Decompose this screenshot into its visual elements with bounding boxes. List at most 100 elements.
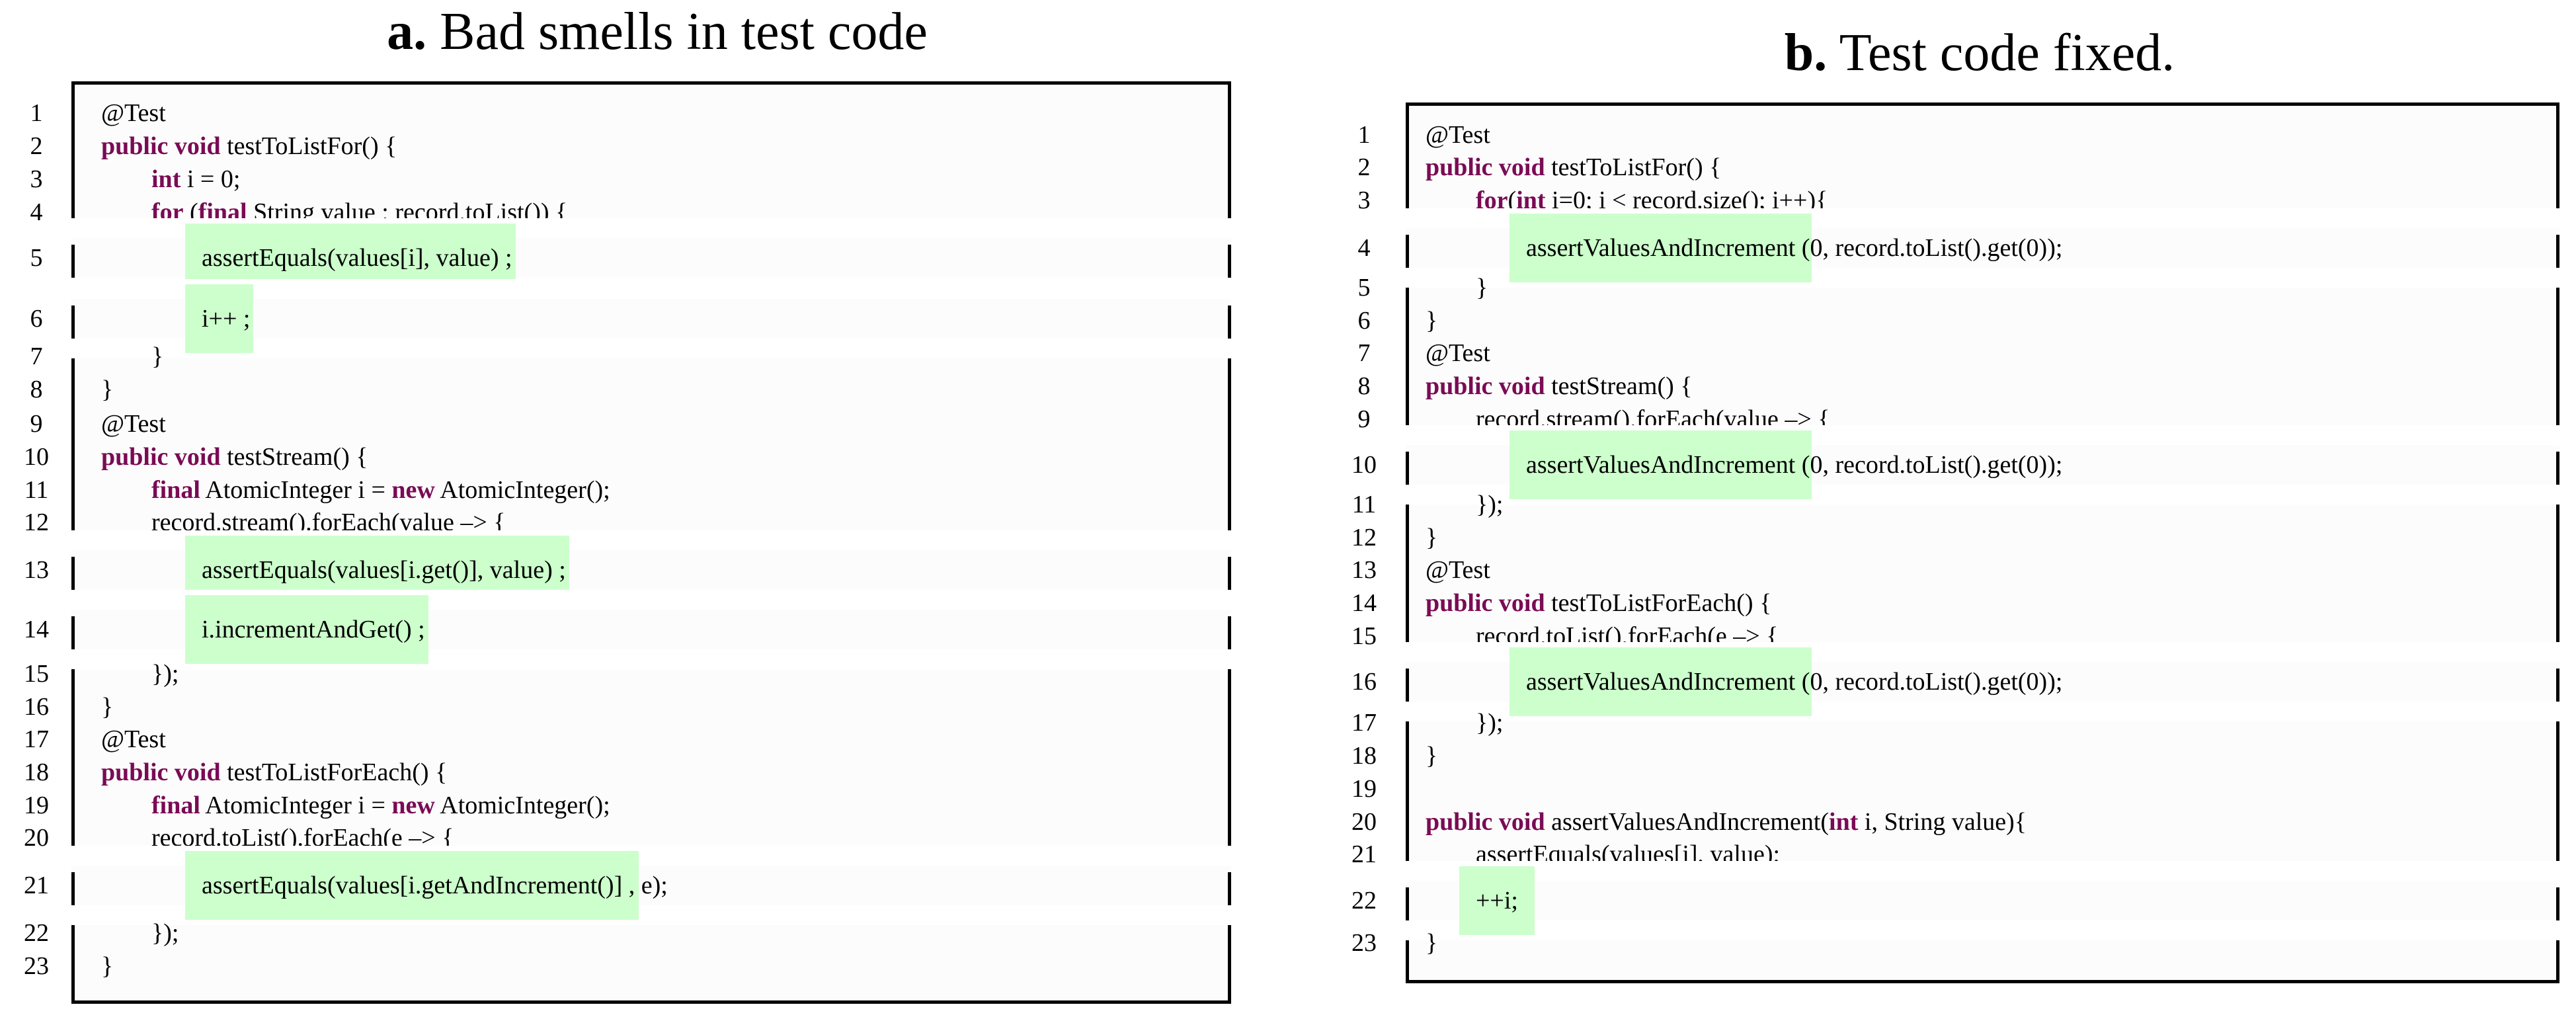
line-number: 4	[1357, 234, 1371, 263]
keyword: final	[151, 791, 200, 819]
line-number: 18	[24, 758, 49, 786]
keyword: public void	[1426, 153, 1545, 182]
code-text: }	[101, 952, 114, 981]
code-text: });	[151, 919, 179, 948]
line-number: 17	[24, 725, 49, 754]
highlighted-code: assertEquals(values[i], value)	[202, 244, 499, 272]
code-text: @Test	[101, 99, 166, 128]
code-text: });	[151, 659, 179, 688]
code-line: public void testStream() {	[101, 444, 368, 469]
line-number: 14	[24, 615, 49, 643]
line-number: 9	[1357, 405, 1371, 433]
line-number: 19	[1351, 774, 1377, 803]
frame-segment	[1228, 872, 1231, 906]
keyword: int	[1829, 807, 1859, 836]
code-text: testStream() {	[1545, 372, 1693, 400]
line-number: 7	[30, 343, 43, 371]
code-text: i, String value){	[1858, 807, 2027, 836]
line-number: 19	[24, 791, 49, 819]
code-text: });	[1476, 490, 1504, 518]
code-line: public void testToListFor() {	[1426, 155, 1721, 180]
line-number: 13	[1351, 556, 1377, 585]
code-text: @Test	[1426, 556, 1490, 585]
highlighted-code: i.incrementAndGet()	[202, 615, 412, 643]
line-number: 6	[1357, 306, 1371, 335]
code-line: assertEquals(values[i], value) ;	[202, 245, 512, 270]
code-text: @Test	[1426, 339, 1490, 368]
code-text: (0, record.toList().get(0));	[1795, 234, 2063, 263]
line-number: 11	[1351, 490, 1377, 518]
code-line: assertEquals(values[i.get()], value) ;	[202, 557, 566, 583]
line-number: 15	[24, 659, 49, 688]
code-line: }	[1426, 743, 1437, 768]
frame-segment	[2556, 669, 2559, 702]
keyword: new	[391, 791, 435, 819]
line-number: 22	[1351, 886, 1377, 915]
code-text: }	[1426, 929, 1438, 957]
code-text: (0, record.toList().get(0));	[1795, 668, 2063, 696]
line-number: 7	[1357, 339, 1371, 368]
code-text: testToListForEach() {	[1545, 589, 1772, 617]
code-text: testToListFor() {	[1545, 153, 1722, 182]
keyword: int	[151, 165, 181, 193]
code-text: AtomicInteger i =	[200, 791, 392, 819]
keyword: new	[391, 475, 435, 504]
line-number: 2	[1357, 153, 1371, 182]
panel-a-title-label: a.	[387, 3, 427, 61]
keyword: public void	[1426, 807, 1545, 836]
highlight-row-band	[1406, 880, 2559, 920]
line-number: 1	[30, 99, 43, 128]
code-text: testToListForEach() {	[220, 758, 448, 786]
code-line: public void assertValuesAndIncrement(int…	[1426, 809, 2027, 834]
code-text: });	[1476, 709, 1504, 737]
code-line: i++ ;	[202, 306, 250, 331]
code-line: }	[101, 377, 113, 402]
code-line: ++i;	[1476, 888, 1518, 913]
code-text: ;	[237, 305, 251, 333]
line-number: 22	[24, 919, 49, 948]
code-text: testStream() {	[220, 442, 368, 471]
frame-segment	[1228, 557, 1231, 590]
code-text: }	[101, 692, 114, 721]
line-number: 16	[24, 692, 49, 721]
highlighted-code: ++i;	[1476, 886, 1518, 915]
code-line: public void testStream() {	[1426, 374, 1693, 399]
code-line: assertEquals(values[i.getAndIncrement()]…	[202, 873, 668, 898]
frame-segment	[2556, 235, 2559, 268]
code-text: AtomicInteger i =	[200, 475, 392, 504]
code-line: final AtomicInteger i = new AtomicIntege…	[151, 477, 610, 503]
line-number: 15	[1351, 622, 1377, 650]
line-number: 1	[1357, 120, 1371, 149]
line-number: 17	[1351, 709, 1377, 737]
line-number: 20	[1351, 807, 1377, 836]
frame-segment	[1406, 887, 1409, 920]
code-line: final AtomicInteger i = new AtomicIntege…	[151, 793, 610, 818]
frame-segment	[2556, 452, 2559, 485]
line-number: 10	[24, 442, 49, 471]
code-line: }	[1476, 275, 1488, 300]
code-text: ;	[411, 615, 425, 643]
line-number: 12	[1351, 523, 1377, 551]
line-number: 14	[1351, 589, 1377, 617]
frame-segment	[2556, 887, 2559, 920]
line-number: 12	[24, 508, 49, 537]
keyword: public void	[1426, 589, 1545, 617]
keyword: final	[151, 475, 200, 504]
code-line: }	[1426, 308, 1437, 333]
code-text: (0, record.toList().get(0));	[1795, 451, 2063, 479]
code-text: i = 0;	[181, 165, 241, 193]
panel-a-title-text: Bad smells in test code	[426, 3, 928, 61]
frame-segment	[1406, 452, 1409, 485]
line-number: 3	[30, 165, 43, 193]
code-line: public void testToListFor() {	[101, 134, 397, 159]
frame-segment	[1406, 235, 1409, 268]
code-line: int i = 0;	[151, 167, 240, 192]
code-text: }	[101, 375, 114, 403]
line-number: 21	[24, 872, 49, 900]
panel-b-title-label: b.	[1784, 24, 1828, 82]
line-number: 2	[30, 132, 43, 161]
frame-segment	[71, 245, 75, 278]
line-number: 18	[1351, 742, 1377, 770]
code-line: @Test	[1426, 341, 1490, 366]
code-line: });	[1476, 710, 1503, 735]
